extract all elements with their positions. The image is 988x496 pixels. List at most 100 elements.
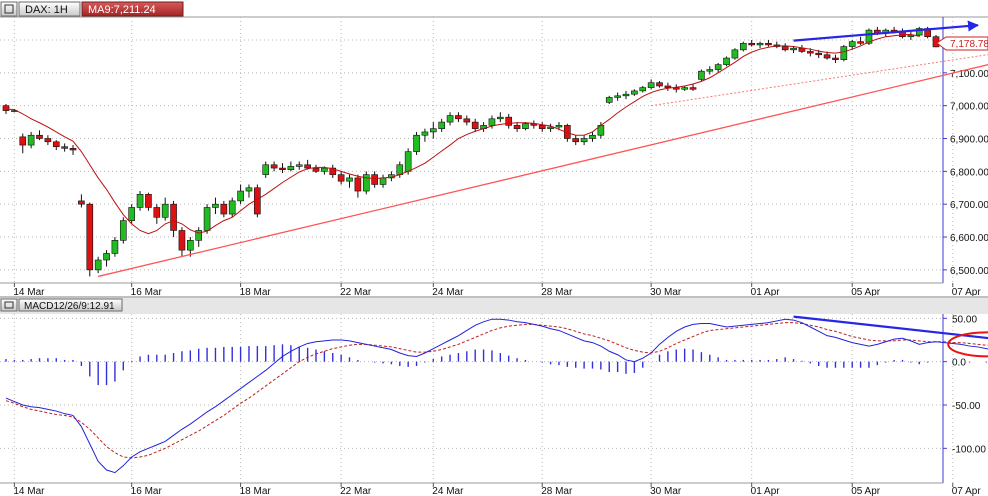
panel-menu-button[interactable] (0, 1, 18, 17)
candle-body (857, 41, 864, 44)
macd-x-tick-label: 07 Apr (952, 486, 982, 496)
candle-body (748, 42, 755, 46)
candle-body (605, 97, 613, 103)
candle-body (438, 121, 445, 129)
candle-body (681, 87, 688, 90)
candle-body (19, 136, 27, 146)
candle-body (522, 123, 529, 129)
candle-body (237, 190, 244, 202)
macd-x-tick-label: 30 Mar (650, 486, 682, 496)
candle-body (346, 177, 353, 182)
candle-body (379, 177, 387, 185)
macd-x-tick-label: 18 Mar (240, 486, 272, 496)
candle-body (664, 85, 672, 88)
candle-body (78, 200, 85, 205)
candle-body (2, 105, 10, 111)
candle-body (279, 167, 286, 171)
candle-body (781, 46, 789, 51)
candle-body (413, 134, 420, 152)
candle-body (203, 207, 211, 231)
candle-body (807, 51, 814, 54)
candle-body (136, 194, 144, 208)
candle-body (61, 146, 68, 149)
price-y-tick-label: 7,000.00 (950, 102, 988, 113)
candle-body (103, 253, 110, 261)
price-y-tick-label: 6,500.00 (950, 266, 988, 277)
candle-body (706, 69, 714, 72)
candle-body (245, 187, 253, 192)
candle-body (187, 240, 194, 251)
ma-label: MA9:7,211.24 (88, 4, 156, 16)
candle-body (471, 121, 479, 129)
candle-body (337, 174, 345, 182)
macd-panel: MACD12/26/9:12.91 50.000.0-50.00-100.00 … (0, 298, 988, 496)
candle-body (823, 54, 831, 59)
macd-x-tick-label: 01 Apr (751, 486, 781, 496)
candle-body (656, 82, 663, 87)
candle-body (689, 87, 697, 90)
price-y-tick-label: 6,900.00 (950, 135, 988, 146)
candle-body (421, 131, 429, 136)
candle-body (790, 47, 797, 51)
candle-body (220, 203, 228, 215)
candle-body (538, 125, 546, 129)
candle-body (111, 240, 119, 254)
macd-x-tick-label: 16 Mar (131, 486, 163, 496)
candle-body (287, 166, 295, 171)
candle-body (371, 174, 378, 185)
candle-body (86, 203, 94, 271)
candle-body (27, 134, 35, 146)
candle-body (513, 125, 521, 129)
last-price-label: 7,178.78 (950, 39, 988, 50)
candle-body (848, 41, 856, 47)
candle-body (647, 82, 655, 88)
candle-body (589, 134, 596, 139)
candle-body (44, 138, 52, 143)
candle-body (128, 207, 135, 221)
candle-body (396, 164, 404, 175)
candle-body (170, 203, 177, 231)
candle-body (622, 93, 630, 97)
candle-body (270, 164, 278, 169)
candle-body (36, 134, 43, 139)
price-y-tick-label: 6,800.00 (950, 167, 988, 178)
candle-body (354, 177, 362, 192)
macd-x-tick-label: 05 Apr (851, 486, 881, 496)
candle-body (404, 151, 412, 172)
candle-body (212, 203, 219, 208)
macd-y-tick-label: -50.00 (952, 401, 981, 412)
price-y-tick-label: 6,600.00 (950, 233, 988, 244)
candle-body (756, 42, 764, 46)
candle-body (580, 138, 588, 143)
candle-body (312, 167, 320, 172)
macd-y-tick-label: 0.0 (952, 358, 966, 369)
candle-body (429, 128, 437, 133)
price-y-tick-label: 6,700.00 (950, 200, 988, 211)
candle-body (488, 118, 496, 126)
candle-body (145, 194, 152, 208)
candle-body (723, 57, 730, 65)
candle-body (555, 125, 563, 128)
candle-body (698, 70, 705, 80)
macd-x-tick-label: 14 Mar (13, 486, 45, 496)
candle-body (321, 167, 328, 172)
macd-x-tick-label: 28 Mar (541, 486, 573, 496)
candle-body (304, 164, 311, 169)
price-panel: DAX: 1H MA9:7,211.24 7,200.007,100.007,0… (0, 0, 988, 298)
candle-body (228, 200, 236, 215)
macd-x-tick-label: 24 Mar (432, 486, 464, 496)
panel-splitter[interactable] (0, 296, 988, 314)
candle-body (765, 42, 772, 46)
candle-body (94, 259, 102, 271)
chart-canvas: DAX: 1H MA9:7,211.24 7,200.007,100.007,0… (0, 0, 988, 496)
candle-body (178, 230, 186, 251)
candle-body (446, 115, 454, 123)
macd-y-tick-label: -100.00 (952, 444, 986, 455)
candle-body (840, 46, 848, 60)
macd-y-tick-label: 50.00 (952, 314, 977, 325)
symbol-label: DAX: 1H (25, 4, 68, 16)
candle-body (815, 52, 823, 56)
macd-menu-button[interactable] (0, 298, 18, 312)
candle-body (119, 220, 127, 241)
macd-x-axis: 14 Mar 16 Mar 18 Mar 22 Mar 24 Mar 28 Mar 30 M… (13, 483, 981, 496)
